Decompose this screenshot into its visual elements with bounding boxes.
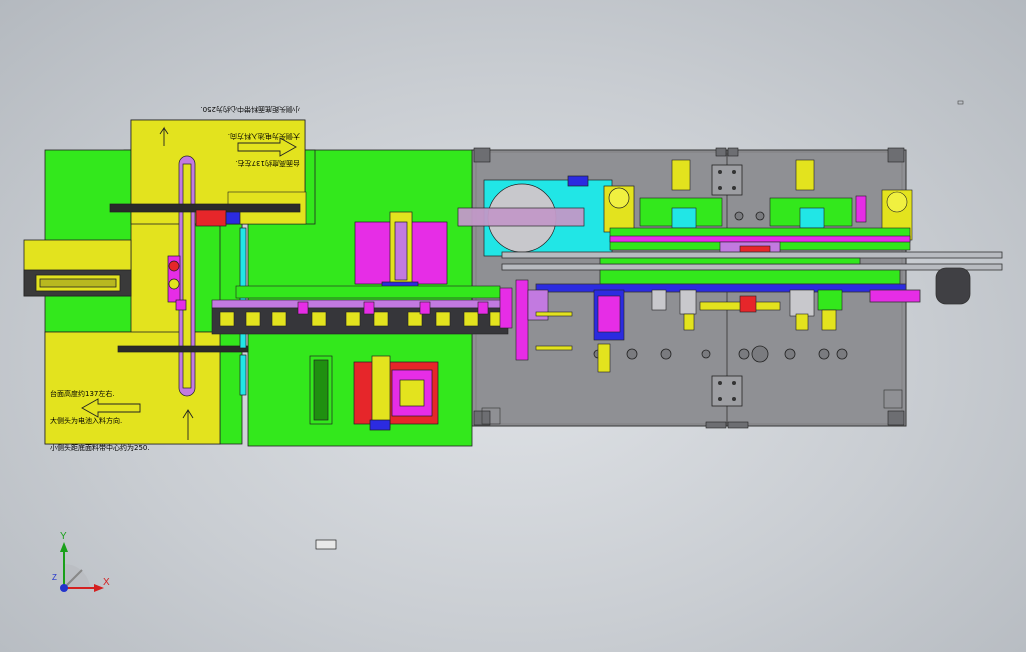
lower-modules — [309, 355, 439, 431]
triad-x-label: X — [103, 577, 110, 588]
note-line: 大侧头为电池入料方向. — [227, 132, 300, 140]
triad-z-label: Z — [52, 573, 57, 582]
notes-bottom-left: 台面高度约137左右. 大侧头为电池入料方向. 小侧头距底面料带中心约为250. — [50, 372, 150, 462]
small-marker — [957, 100, 964, 105]
note-line: 小侧头距底面料带中心约为250. — [200, 105, 300, 113]
horizontal-conveyor — [211, 285, 513, 335]
note-line: 台面高度约137左右. — [50, 390, 115, 398]
cad-viewport[interactable]: 台面高度约137左右. 大侧头为电池入料方向. 小侧头距底面料带中心约为250.… — [0, 0, 1026, 652]
magenta-module — [354, 211, 448, 295]
view-label-marker — [315, 539, 337, 550]
coordinate-triad-icon — [60, 542, 104, 592]
notes-top-rotated: 台面高度约137左右. 大侧头为电池入料方向. 小侧头距底面料带中心约为250. — [200, 95, 300, 185]
rotary-loader — [457, 175, 635, 257]
triad-y-label: Y — [60, 531, 67, 542]
note-line: 小侧头距底面料带中心约为250. — [50, 444, 150, 452]
cad-drawing[interactable] — [0, 0, 1026, 652]
note-line: 大侧头为电池入料方向. — [50, 417, 123, 425]
feeder-box — [23, 239, 132, 297]
note-line: 台面高度约137左右. — [235, 159, 300, 167]
